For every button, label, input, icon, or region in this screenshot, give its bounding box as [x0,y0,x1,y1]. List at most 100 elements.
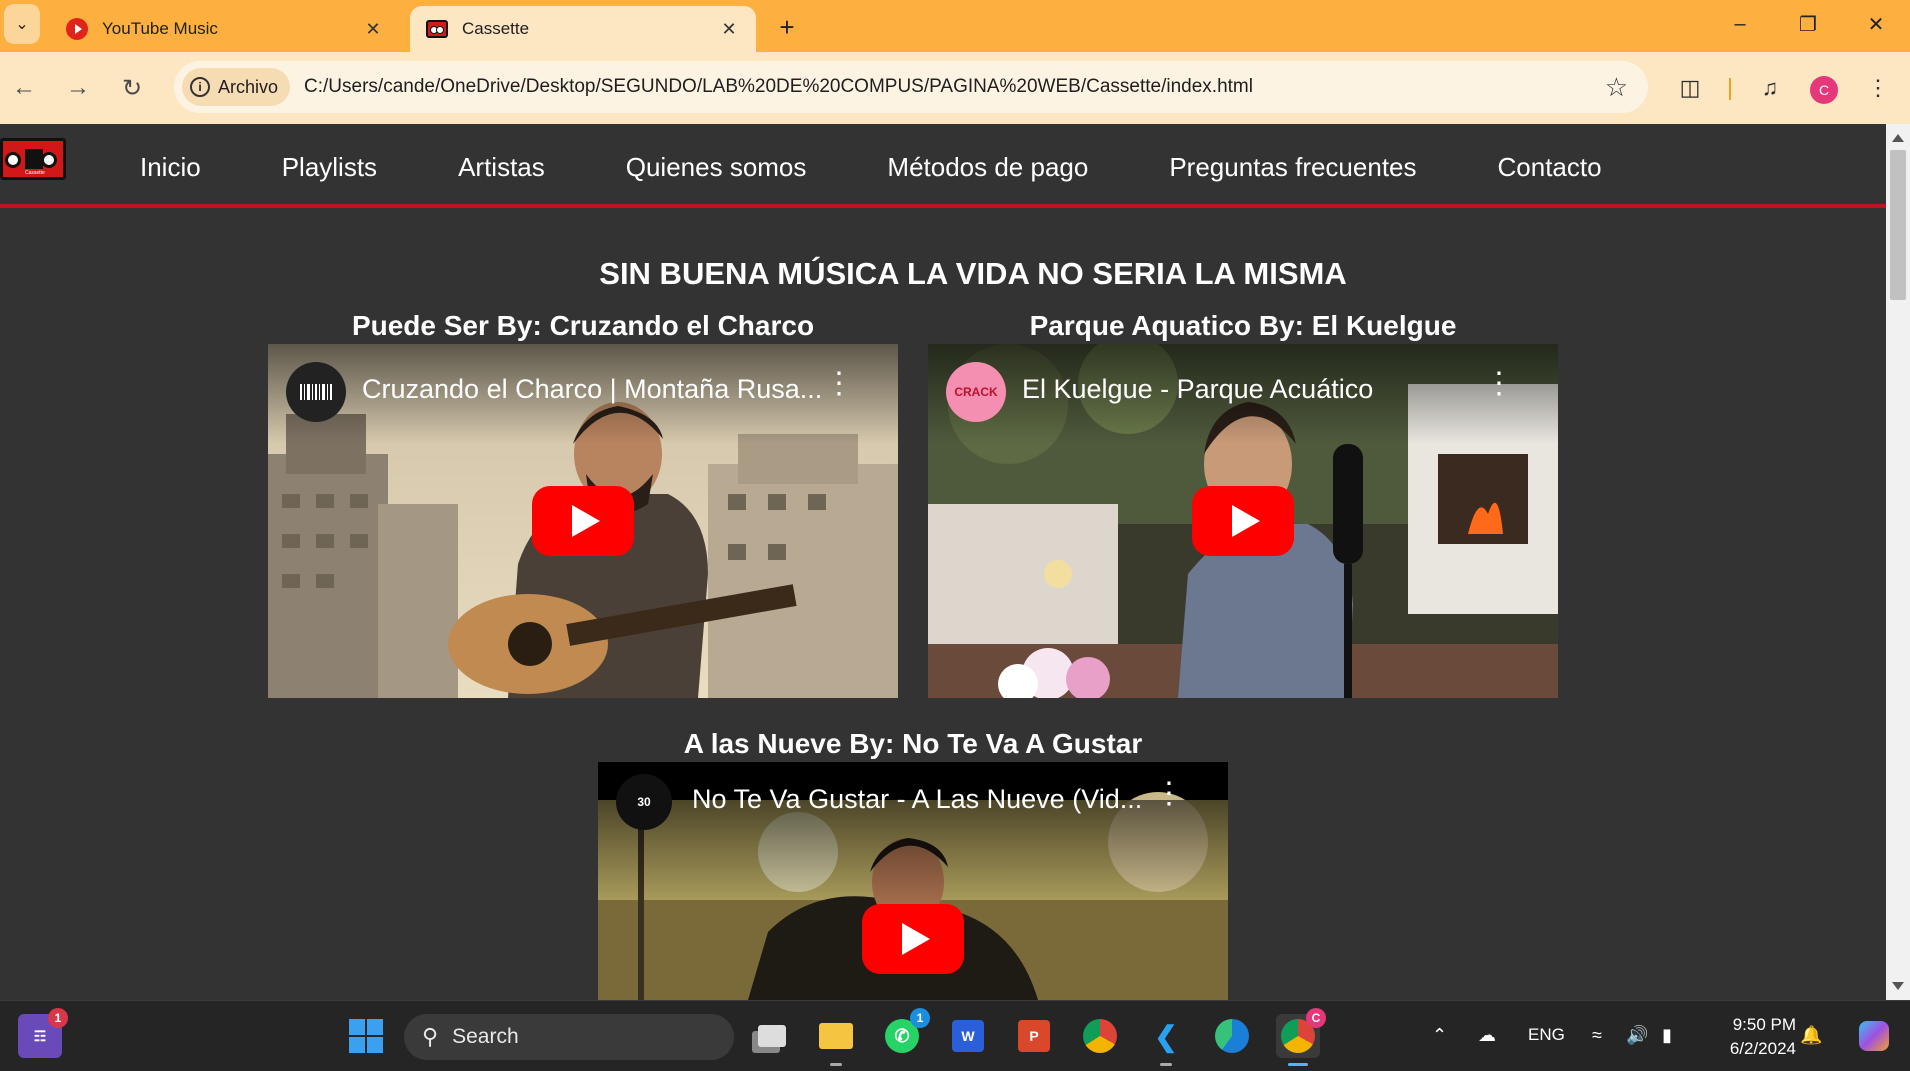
video-heading-3: A las Nueve By: No Te Va A Gustar [683,728,1143,759]
notification-bell-icon[interactable]: 🔔 [1800,1025,1822,1046]
video-embed-3[interactable]: 30 No Te Va Gustar - A Las Nueve (Vid...… [598,762,1228,1000]
profile-avatar[interactable]: C [1810,76,1838,104]
browser-tab-strip: ⌄ YouTube Music ✕ Cassette ✕ + – ❐ ✕ [0,0,1910,52]
restore-icon: ❐ [1799,13,1817,36]
reload-button[interactable]: ↻ [112,68,152,108]
video-more-icon[interactable]: ⋮ [1154,779,1184,809]
copilot-icon [1859,1021,1889,1051]
address-bar[interactable]: i Archivo C:/Users/cande/OneDrive/Deskto… [174,61,1648,113]
chrome-profile-app[interactable]: C [1276,1008,1326,1066]
minimize-button[interactable]: – [1714,6,1766,42]
bookmark-star-icon[interactable]: ☆ [1605,73,1628,101]
vscode-icon: ❮ [1154,1020,1178,1052]
scroll-up-icon[interactable] [1892,134,1904,142]
vscode-app[interactable]: ❮ [1144,1014,1188,1066]
nav-link-contacto[interactable]: Contacto [1498,152,1602,183]
windows-taskbar: ☶ 1 ⚲ Search ✆ 1 W P ❮ C ⌃ ☁ ENG ≈ 🔊 ▮ 9… [0,1000,1910,1071]
task-view-icon [758,1025,786,1047]
battery-icon[interactable]: ▮ [1662,1025,1672,1046]
play-button-1[interactable] [532,486,634,556]
arrow-right-icon: → [66,74,90,101]
url-text[interactable]: C:/Users/cande/OneDrive/Desktop/SEGUNDO/… [304,76,1253,98]
nav-link-inicio[interactable]: Inicio [140,152,201,183]
scrollbar-thumb[interactable] [1890,150,1906,300]
close-tab-icon[interactable]: ✕ [718,18,740,40]
media-controls-button[interactable]: ♫ [1750,68,1790,108]
tab-youtube-music[interactable]: YouTube Music ✕ [50,6,400,52]
word-app[interactable]: W [946,1014,990,1058]
close-window-button[interactable]: ✕ [1850,6,1902,42]
reload-icon: ↻ [121,74,143,102]
nav-link-playlists[interactable]: Playlists [282,152,377,183]
language-indicator[interactable]: ENG [1528,1025,1565,1045]
tab-cassette[interactable]: Cassette ✕ [410,6,756,52]
play-button-2[interactable] [1192,486,1294,556]
browser-menu-button[interactable]: ⋮ [1858,68,1898,108]
copilot-button[interactable] [1852,1014,1896,1058]
notification-badge: 1 [48,1008,68,1028]
powerpoint-app[interactable]: P [1012,1014,1056,1058]
chrome-icon [1083,1019,1117,1053]
chevron-down-icon: ⌄ [15,16,29,33]
onedrive-cloud-icon[interactable]: ☁ [1478,1025,1496,1046]
wifi-icon[interactable]: ≈ [1592,1025,1602,1046]
task-view-button[interactable] [750,1014,794,1058]
taskbar-search[interactable]: ⚲ Search [404,1014,734,1060]
channel-avatar-3[interactable]: 30 [616,774,672,830]
cassette-logo[interactable]: Cassette [0,138,66,180]
info-icon: i [190,77,210,97]
minimize-icon: – [1734,12,1746,35]
profile-badge: C [1306,1008,1326,1028]
nav-link-quienes-somos[interactable]: Quienes somos [626,152,807,183]
video-more-icon[interactable]: ⋮ [1484,369,1514,399]
scroll-down-icon[interactable] [1892,982,1904,990]
logo-text: Cassette [25,170,45,176]
show-hidden-icons-chevron-icon[interactable]: ⌃ [1432,1025,1447,1046]
play-button-3[interactable] [862,904,964,974]
browser-toolbar: ← → ↻ i Archivo C:/Users/cande/OneDrive/… [0,52,1910,124]
chrome-app[interactable] [1078,1014,1122,1058]
video-embed-2[interactable]: CRACK El Kuelgue - Parque Acuático ⋮ [928,344,1558,698]
folder-icon [819,1023,853,1049]
nav-link-artistas[interactable]: Artistas [458,152,545,183]
cassette-favicon-icon [426,18,448,40]
tab-search-button[interactable]: ⌄ [4,4,40,44]
channel-avatar-1[interactable] [286,362,346,422]
youtube-music-favicon-icon [66,18,88,40]
video-title-3[interactable]: No Te Va Gustar - A Las Nueve (Vid... [692,784,1142,815]
video-title-1[interactable]: Cruzando el Charco | Montaña Rusa... [362,374,822,405]
teams-app-icon[interactable]: ☶ 1 [18,1008,68,1058]
extensions-button[interactable]: ◫ [1670,68,1710,108]
tab-title: Cassette [462,19,530,38]
start-button[interactable] [344,1014,388,1058]
clock-time: 9:50 PM [1732,1015,1796,1034]
notification-badge: 1 [910,1008,930,1028]
toolbar-divider [1729,78,1731,100]
video-embed-1[interactable]: Cruzando el Charco | Montaña Rusa... ⋮ [268,344,898,698]
file-explorer-app[interactable] [814,1014,858,1066]
nav-link-metodos-de-pago[interactable]: Métodos de pago [887,152,1088,183]
forward-button[interactable]: → [58,68,98,108]
word-icon: W [952,1020,984,1052]
video-more-icon[interactable]: ⋮ [824,369,854,399]
restore-button[interactable]: ❐ [1782,6,1834,42]
web-page: Cassette Inicio Playlists Artistas Quien… [0,124,1886,1000]
media-queue-icon: ♫ [1761,75,1779,100]
back-button[interactable]: ← [4,68,44,108]
close-tab-icon[interactable]: ✕ [362,18,384,40]
channel-avatar-2[interactable]: CRACK [946,362,1006,422]
arrow-left-icon: ← [12,74,36,101]
search-label: Search [452,1025,519,1048]
system-clock[interactable]: 9:50 PM 6/2/2024 [1710,1013,1796,1061]
volume-icon[interactable]: 🔊 [1626,1025,1648,1046]
site-menu: Inicio Playlists Artistas Quienes somos … [140,152,1683,183]
whatsapp-app[interactable]: ✆ 1 [880,1008,930,1058]
page-scrollbar[interactable] [1886,124,1910,1000]
site-navbar: Cassette Inicio Playlists Artistas Quien… [0,124,1886,208]
edge-app[interactable] [1210,1014,1254,1058]
new-tab-button[interactable]: + [770,10,804,44]
teams-icon: ☶ [33,1027,47,1044]
nav-link-preguntas-frecuentes[interactable]: Preguntas frecuentes [1169,152,1416,183]
site-info-chip[interactable]: i Archivo [182,68,291,106]
video-title-2[interactable]: El Kuelgue - Parque Acuático [1022,374,1373,405]
